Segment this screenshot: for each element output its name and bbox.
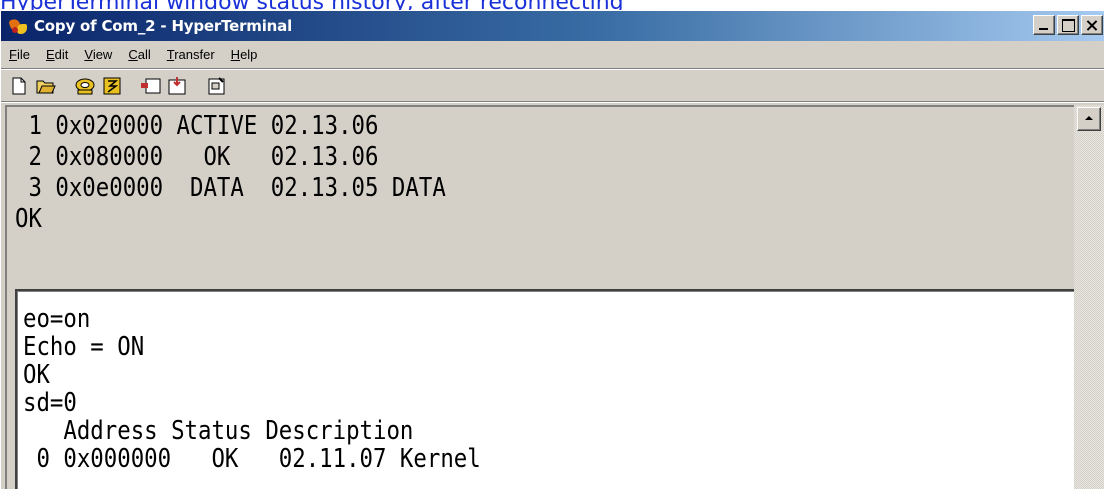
menu-help[interactable]: Help	[223, 47, 266, 62]
properties-icon[interactable]	[203, 73, 230, 99]
menu-transfer[interactable]: Transfer	[159, 47, 223, 62]
disconnect-icon[interactable]	[98, 73, 125, 99]
open-icon[interactable]	[32, 73, 59, 99]
receive-icon[interactable]	[164, 73, 191, 99]
terminal-history-text: 1 0x020000 ACTIVE 02.13.06 2 0x080000 OK…	[15, 111, 918, 235]
terminal-history-pane[interactable]: 1 0x020000 ACTIVE 02.13.06 2 0x080000 OK…	[5, 105, 1104, 489]
close-button[interactable]	[1081, 15, 1103, 35]
window-controls	[1031, 15, 1103, 35]
current-line: sd=0	[23, 388, 77, 418]
terminal-current-text: eo=on Echo = ON OK sd=0 Address Status Desc…	[23, 305, 969, 473]
menu-bar: File Edit View Call Transfer Help	[1, 41, 1104, 67]
current-line: Echo = ON	[23, 332, 145, 362]
vertical-scrollbar[interactable]	[1074, 105, 1104, 489]
window-title: Copy of Com_2 - HyperTerminal	[34, 17, 293, 35]
hyperterminal-app-icon[interactable]	[8, 16, 29, 36]
menu-edit[interactable]: Edit	[38, 47, 76, 62]
menu-view[interactable]: View	[76, 47, 120, 62]
menu-call[interactable]: Call	[120, 47, 158, 62]
send-icon[interactable]	[137, 73, 164, 99]
hyperterminal-window: Copy of Com_2 - HyperTerminal File Edit Vi…	[0, 10, 1104, 489]
history-line: 1 0x020000 ACTIVE 02.13.06	[15, 111, 379, 141]
toolbar	[1, 71, 1104, 101]
history-line: OK	[15, 204, 42, 234]
minimize-button[interactable]	[1033, 15, 1055, 35]
history-line: 2 0x080000 OK 02.13.06	[15, 142, 379, 172]
maximize-button[interactable]	[1057, 15, 1079, 35]
scroll-up-button[interactable]	[1077, 107, 1101, 131]
current-line: OK	[23, 360, 50, 390]
current-line: 0 0x000000 OK 02.11.07 Kernel	[23, 444, 481, 474]
menu-file[interactable]: File	[1, 47, 38, 62]
connect-icon[interactable]	[71, 73, 98, 99]
terminal-current-pane[interactable]: eo=on Echo = ON OK sd=0 Address Status Desc…	[15, 289, 1077, 489]
menu-separator	[1, 68, 1104, 70]
history-line: 3 0x0e0000 DATA 02.13.05 DATA	[15, 173, 446, 203]
current-line: Address Status Description	[23, 416, 414, 446]
current-line: eo=on	[23, 304, 91, 334]
new-icon[interactable]	[5, 73, 32, 99]
toolbar-separator	[1, 101, 1104, 103]
title-bar[interactable]: Copy of Com_2 - HyperTerminal	[1, 11, 1104, 41]
